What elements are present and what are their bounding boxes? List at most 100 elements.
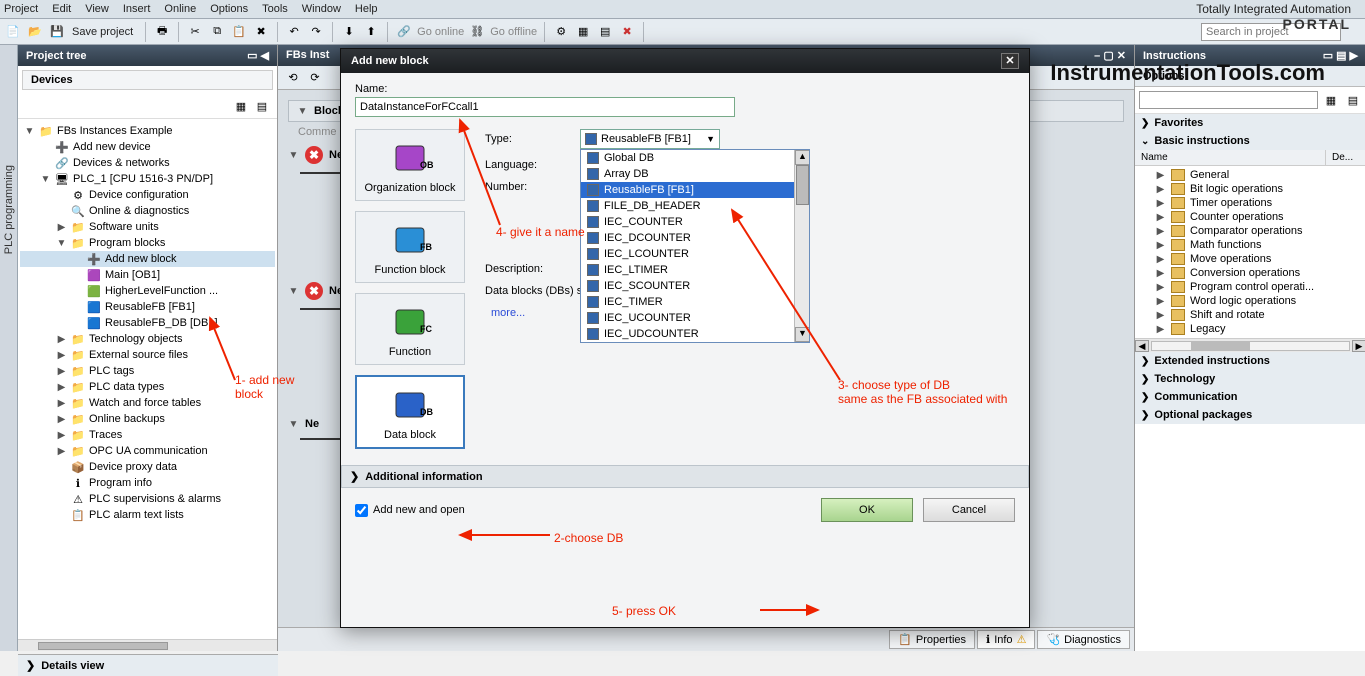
panel-collapse-icon[interactable]: ▶ bbox=[1350, 49, 1358, 62]
menu-view[interactable]: View bbox=[85, 3, 109, 15]
close-icon[interactable]: ✕ bbox=[1001, 53, 1019, 69]
add-open-check[interactable] bbox=[355, 504, 368, 517]
details-view[interactable]: ❯Details view bbox=[18, 654, 278, 676]
block-type-db[interactable]: DBData block bbox=[355, 375, 465, 449]
dropdown-item-2[interactable]: ReusableFB [FB1] bbox=[581, 182, 809, 198]
tree-item-8[interactable]: ➕Add new block bbox=[20, 251, 275, 267]
favorites-section[interactable]: ❯Favorites bbox=[1135, 114, 1365, 132]
dialog-titlebar[interactable]: Add new block ✕ bbox=[341, 49, 1029, 73]
menu-insert[interactable]: Insert bbox=[123, 3, 151, 15]
editor-tool-icon2[interactable]: ⟳ bbox=[306, 69, 324, 87]
instr-group-8[interactable]: ▶Program control operati... bbox=[1135, 280, 1365, 294]
dropdown-item-8[interactable]: IEC_SCOUNTER bbox=[581, 278, 809, 294]
basic-instructions-section[interactable]: ⌄Basic instructions bbox=[1135, 132, 1365, 150]
tree-item-1[interactable]: ➕Add new device bbox=[20, 139, 275, 155]
extended-section[interactable]: ❯Extended instructions bbox=[1135, 352, 1365, 370]
cut-icon[interactable]: ✂ bbox=[186, 23, 204, 41]
tree-item-19[interactable]: ▶📁Traces bbox=[20, 427, 275, 443]
tree-item-0[interactable]: ▼📁FBs Instances Example bbox=[20, 123, 275, 139]
tree-view-icon[interactable]: ▦ bbox=[232, 97, 250, 115]
save-project-button[interactable]: Save project bbox=[72, 26, 133, 38]
tree-item-15[interactable]: ▶📁PLC tags bbox=[20, 363, 275, 379]
tree-item-2[interactable]: 🔗Devices & networks bbox=[20, 155, 275, 171]
col-name[interactable]: Name bbox=[1135, 150, 1326, 165]
block-type-ob[interactable]: OBOrganization block bbox=[355, 129, 465, 201]
tree-item-14[interactable]: ▶📁External source files bbox=[20, 347, 275, 363]
filter-input[interactable] bbox=[1139, 91, 1318, 109]
print-icon[interactable]: 🖶 bbox=[153, 23, 171, 41]
panel-collapse-icon[interactable]: ◀ bbox=[261, 49, 269, 62]
tool-icon-2[interactable]: ▦ bbox=[574, 23, 592, 41]
more-link[interactable]: more... bbox=[491, 307, 525, 319]
new-project-icon[interactable]: 📄 bbox=[4, 23, 22, 41]
tree-item-6[interactable]: ▶📁Software units bbox=[20, 219, 275, 235]
block-name-input[interactable] bbox=[355, 97, 735, 117]
technology-section[interactable]: ❯Technology bbox=[1135, 370, 1365, 388]
gutter-plc-programming[interactable]: PLC programming bbox=[3, 165, 15, 254]
go-online-icon[interactable]: 🔗 bbox=[395, 23, 413, 41]
tree-item-22[interactable]: ℹProgram info bbox=[20, 475, 275, 491]
tree-item-24[interactable]: 📋PLC alarm text lists bbox=[20, 507, 275, 523]
editor-tab[interactable]: FBs Inst bbox=[286, 49, 329, 62]
instr-group-9[interactable]: ▶Word logic operations bbox=[1135, 294, 1365, 308]
instr-group-10[interactable]: ▶Shift and rotate bbox=[1135, 308, 1365, 322]
info-tab[interactable]: ℹ Info ⚠ bbox=[977, 630, 1035, 649]
type-dropdown[interactable]: Global DBArray DBReusableFB [FB1]FILE_DB… bbox=[580, 149, 810, 343]
instr-group-0[interactable]: ▶General bbox=[1135, 168, 1365, 182]
panel-pin-icon[interactable]: ▭ bbox=[247, 49, 257, 62]
go-offline-button[interactable]: Go offline bbox=[490, 26, 537, 38]
dropdown-item-6[interactable]: IEC_LCOUNTER bbox=[581, 246, 809, 262]
tree-item-10[interactable]: 🟩HigherLevelFunction ... bbox=[20, 283, 275, 299]
delete-icon[interactable]: ✖ bbox=[252, 23, 270, 41]
dropdown-item-4[interactable]: IEC_COUNTER bbox=[581, 214, 809, 230]
tree-item-9[interactable]: 🟪Main [OB1] bbox=[20, 267, 275, 283]
instruction-list[interactable]: ▶General▶Bit logic operations▶Timer oper… bbox=[1135, 166, 1365, 338]
copy-icon[interactable]: ⧉ bbox=[208, 23, 226, 41]
instr-hscrollbar[interactable]: ◀▶ bbox=[1135, 338, 1365, 352]
dropdown-item-1[interactable]: Array DB bbox=[581, 166, 809, 182]
go-offline-icon[interactable]: ⛓ bbox=[468, 23, 486, 41]
menu-project[interactable]: Project bbox=[4, 3, 38, 15]
save-icon[interactable]: 💾 bbox=[48, 23, 66, 41]
dropdown-item-7[interactable]: IEC_LTIMER bbox=[581, 262, 809, 278]
undo-icon[interactable]: ↶ bbox=[285, 23, 303, 41]
ok-button[interactable]: OK bbox=[821, 498, 913, 522]
menu-edit[interactable]: Edit bbox=[52, 3, 71, 15]
stop-icon[interactable]: ✖ bbox=[618, 23, 636, 41]
tree-item-12[interactable]: 🟦ReusableFB_DB [DB1] bbox=[20, 315, 275, 331]
menu-options[interactable]: Options bbox=[210, 3, 248, 15]
paste-icon[interactable]: 📋 bbox=[230, 23, 248, 41]
col-desc[interactable]: De... bbox=[1326, 150, 1365, 165]
tree-hscrollbar[interactable] bbox=[18, 639, 277, 651]
add-open-checkbox[interactable]: Add new and open bbox=[355, 504, 465, 517]
tree-item-16[interactable]: ▶📁PLC data types bbox=[20, 379, 275, 395]
tree-item-13[interactable]: ▶📁Technology objects bbox=[20, 331, 275, 347]
dropdown-item-5[interactable]: IEC_DCOUNTER bbox=[581, 230, 809, 246]
tree-item-20[interactable]: ▶📁OPC UA communication bbox=[20, 443, 275, 459]
dropdown-item-10[interactable]: IEC_UCOUNTER bbox=[581, 310, 809, 326]
additional-info-section[interactable]: ❯Additional information bbox=[341, 465, 1029, 488]
menu-help[interactable]: Help bbox=[355, 3, 378, 15]
block-type-fc[interactable]: FCFunction bbox=[355, 293, 465, 365]
devices-tab[interactable]: Devices bbox=[22, 70, 273, 90]
instr-group-4[interactable]: ▶Comparator operations bbox=[1135, 224, 1365, 238]
upload-icon[interactable]: ⬆ bbox=[362, 23, 380, 41]
tree-item-11[interactable]: 🟦ReusableFB [FB1] bbox=[20, 299, 275, 315]
menu-online[interactable]: Online bbox=[164, 3, 196, 15]
dropdown-item-3[interactable]: FILE_DB_HEADER bbox=[581, 198, 809, 214]
communication-section[interactable]: ❯Communication bbox=[1135, 388, 1365, 406]
dropdown-item-9[interactable]: IEC_TIMER bbox=[581, 294, 809, 310]
tree-item-18[interactable]: ▶📁Online backups bbox=[20, 411, 275, 427]
properties-tab[interactable]: 📋 Properties bbox=[889, 630, 975, 649]
tool-icon-3[interactable]: ▤ bbox=[596, 23, 614, 41]
instr-group-3[interactable]: ▶Counter operations bbox=[1135, 210, 1365, 224]
instr-group-5[interactable]: ▶Math functions bbox=[1135, 238, 1365, 252]
tool-icon-1[interactable]: ⚙ bbox=[552, 23, 570, 41]
menu-tools[interactable]: Tools bbox=[262, 3, 288, 15]
tree-item-3[interactable]: ▼🖥PLC_1 [CPU 1516-3 PN/DP] bbox=[20, 171, 275, 187]
optional-section[interactable]: ❯Optional packages bbox=[1135, 406, 1365, 424]
download-icon[interactable]: ⬇ bbox=[340, 23, 358, 41]
instr-group-2[interactable]: ▶Timer operations bbox=[1135, 196, 1365, 210]
editor-tool-icon[interactable]: ⟲ bbox=[284, 69, 302, 87]
tree-item-21[interactable]: 📦Device proxy data bbox=[20, 459, 275, 475]
